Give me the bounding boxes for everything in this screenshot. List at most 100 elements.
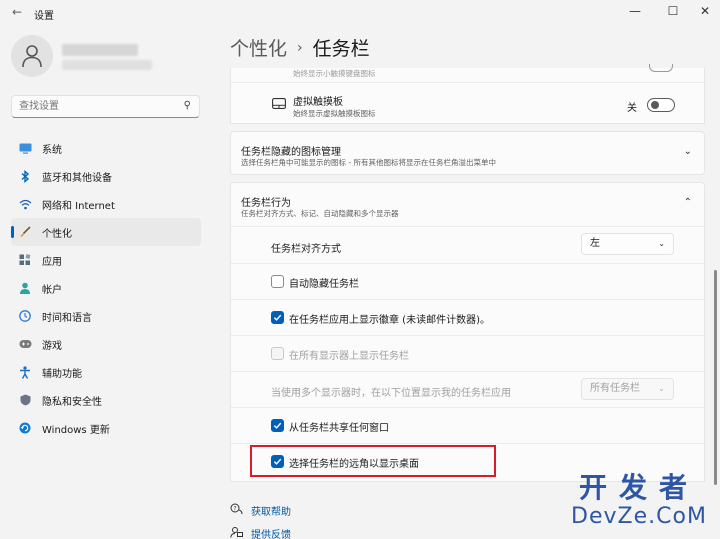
- svg-text:?: ?: [233, 505, 236, 512]
- sidebar-item-label: 应用: [42, 256, 62, 268]
- watermark-line2: DevZe.CoM: [571, 504, 707, 529]
- update-icon: [18, 421, 32, 435]
- sidebar-item-windows-update[interactable]: Windows 更新: [11, 414, 201, 442]
- alignment-select[interactable]: 左 ⌄: [581, 233, 674, 255]
- sidebar-item-accessibility[interactable]: 辅助功能: [11, 358, 201, 386]
- avatar[interactable]: [11, 35, 53, 77]
- touchpad-title: 虚拟触摸板: [293, 97, 343, 108]
- wifi-icon: [18, 197, 32, 211]
- share-window-checkbox[interactable]: [271, 419, 284, 432]
- back-arrow-icon[interactable]: ←: [10, 5, 24, 19]
- feedback-icon: [230, 526, 243, 539]
- badges-label: 在任务栏应用上显示徽章 (未读邮件计数器)。: [289, 315, 490, 326]
- sidebar-item-label: 网络和 Internet: [42, 200, 115, 212]
- gamepad-icon: [18, 337, 32, 351]
- feedback-link[interactable]: 提供反馈: [230, 526, 291, 539]
- sidebar-item-personalization[interactable]: 个性化: [11, 218, 201, 246]
- close-button[interactable]: ✕: [688, 0, 720, 22]
- divider: [231, 299, 704, 300]
- minimize-button[interactable]: —: [618, 0, 652, 22]
- share-window-label: 从任务栏共享任何窗口: [289, 423, 389, 434]
- touchpad-card: 始终显示小触摸键盘图标 虚拟触摸板 始终显示虚拟触摸板图标 关: [230, 64, 705, 124]
- sidebar-item-label: 蓝牙和其他设备: [42, 172, 112, 184]
- behaviors-header[interactable]: 任务栏行为 任务栏对齐方式、标记、自动隐藏和多个显示器 ⌃: [231, 183, 704, 225]
- sidebar-item-time-language[interactable]: 时间和语言: [11, 302, 201, 330]
- chevron-down-icon[interactable]: ⌄: [684, 146, 692, 157]
- sidebar-item-accounts[interactable]: 帐户: [11, 274, 201, 302]
- maximize-button[interactable]: ☐: [656, 0, 690, 22]
- touchpad-sub: 始终显示虚拟触摸板图标: [293, 109, 376, 118]
- divider: [231, 226, 704, 227]
- monitor-icon: [18, 141, 32, 155]
- multi-display-value: 所有任务栏: [590, 383, 640, 394]
- sidebar-item-apps[interactable]: 应用: [11, 246, 201, 274]
- user-email-blurred: [62, 60, 152, 70]
- feedback-label: 提供反馈: [251, 530, 291, 539]
- scrollbar-thumb[interactable]: [714, 270, 717, 485]
- divider: [231, 371, 704, 372]
- sidebar-item-gaming[interactable]: 游戏: [11, 330, 201, 358]
- sidebar-item-system[interactable]: 系统: [11, 134, 201, 162]
- page-title: 任务栏: [312, 38, 370, 60]
- behaviors-title: 任务栏行为: [241, 198, 291, 209]
- all-displays-label: 在所有显示器上显示任务栏: [289, 351, 409, 362]
- search-input[interactable]: [12, 96, 172, 117]
- sidebar-item-label: 个性化: [42, 228, 72, 240]
- keyboard-row-sub-partial: 始终显示小触摸键盘图标: [293, 69, 376, 78]
- behaviors-card: 任务栏行为 任务栏对齐方式、标记、自动隐藏和多个显示器 ⌃ 任务栏对齐方式 左 …: [230, 182, 705, 482]
- sidebar-item-label: 游戏: [42, 340, 62, 352]
- accessibility-icon: [18, 365, 32, 379]
- settings-search[interactable]: ⚲: [11, 95, 200, 118]
- breadcrumb: 个性化 › 任务栏: [230, 34, 370, 61]
- multi-display-select[interactable]: 所有任务栏 ⌄: [581, 378, 674, 400]
- bluetooth-icon: [18, 169, 32, 183]
- sidebar-item-network[interactable]: 网络和 Internet: [11, 190, 201, 218]
- sidebar-item-label: 帐户: [42, 284, 62, 296]
- check-icon: [273, 422, 282, 429]
- hidden-icons-sub: 选择任务栏角中可能显示的图标 - 所有其他图标将显示在任务栏角溢出菜单中: [241, 158, 496, 167]
- watermark: 开发者 DevZe.CoM: [560, 472, 718, 530]
- user-name-blurred: [62, 44, 138, 56]
- multi-display-label: 当使用多个显示器时，在以下位置显示我的任务栏应用: [271, 388, 511, 399]
- title-bar: ← 设置 — ☐ ✕: [0, 0, 720, 26]
- breadcrumb-parent[interactable]: 个性化: [230, 34, 287, 61]
- chevron-down-icon: ⌄: [658, 384, 665, 393]
- divider: [231, 335, 704, 336]
- badges-checkbox[interactable]: [271, 311, 284, 324]
- chevron-down-icon: ⌄: [658, 239, 665, 248]
- sidebar-nav: 系统 蓝牙和其他设备 网络和 Internet 个性化 应用 帐户 时间和语言 …: [11, 134, 201, 442]
- person-icon: [18, 281, 32, 295]
- search-icon[interactable]: ⚲: [184, 100, 191, 111]
- sidebar-item-label: 辅助功能: [42, 368, 82, 380]
- sidebar-item-label: Windows 更新: [42, 424, 110, 436]
- touchpad-toggle-label: 关: [627, 103, 637, 114]
- person-icon: [22, 45, 42, 68]
- auto-hide-label: 自动隐藏任务栏: [289, 279, 359, 290]
- hidden-icons-card[interactable]: 任务栏隐藏的图标管理 选择任务栏角中可能显示的图标 - 所有其他图标将显示在任务…: [230, 131, 705, 175]
- hidden-icons-title: 任务栏隐藏的图标管理: [241, 147, 341, 158]
- get-help-link[interactable]: ? 获取帮助: [230, 503, 291, 518]
- divider: [231, 263, 704, 264]
- auto-hide-checkbox[interactable]: [271, 275, 284, 288]
- alignment-value: 左: [590, 238, 600, 249]
- brush-icon: [18, 225, 32, 239]
- help-icon: ?: [230, 503, 243, 518]
- app-title: 设置: [34, 11, 54, 22]
- touchpad-toggle[interactable]: [647, 98, 675, 112]
- apps-icon: [18, 253, 32, 267]
- keyboard-toggle-partial[interactable]: [649, 64, 673, 72]
- shield-icon: [18, 393, 32, 407]
- get-help-label: 获取帮助: [251, 507, 291, 518]
- chevron-right-icon: ›: [297, 39, 303, 56]
- sidebar-item-bluetooth[interactable]: 蓝牙和其他设备: [11, 162, 201, 190]
- all-displays-checkbox[interactable]: [271, 347, 284, 360]
- touchpad-icon: [272, 98, 286, 112]
- globe-clock-icon: [18, 309, 32, 323]
- chevron-up-icon[interactable]: ⌃: [684, 197, 692, 208]
- alignment-label: 任务栏对齐方式: [271, 244, 341, 255]
- sidebar-item-label: 系统: [42, 144, 62, 156]
- divider: [231, 82, 704, 83]
- sidebar-item-label: 时间和语言: [42, 312, 92, 324]
- behaviors-sub: 任务栏对齐方式、标记、自动隐藏和多个显示器: [241, 209, 399, 218]
- sidebar-item-privacy[interactable]: 隐私和安全性: [11, 386, 201, 414]
